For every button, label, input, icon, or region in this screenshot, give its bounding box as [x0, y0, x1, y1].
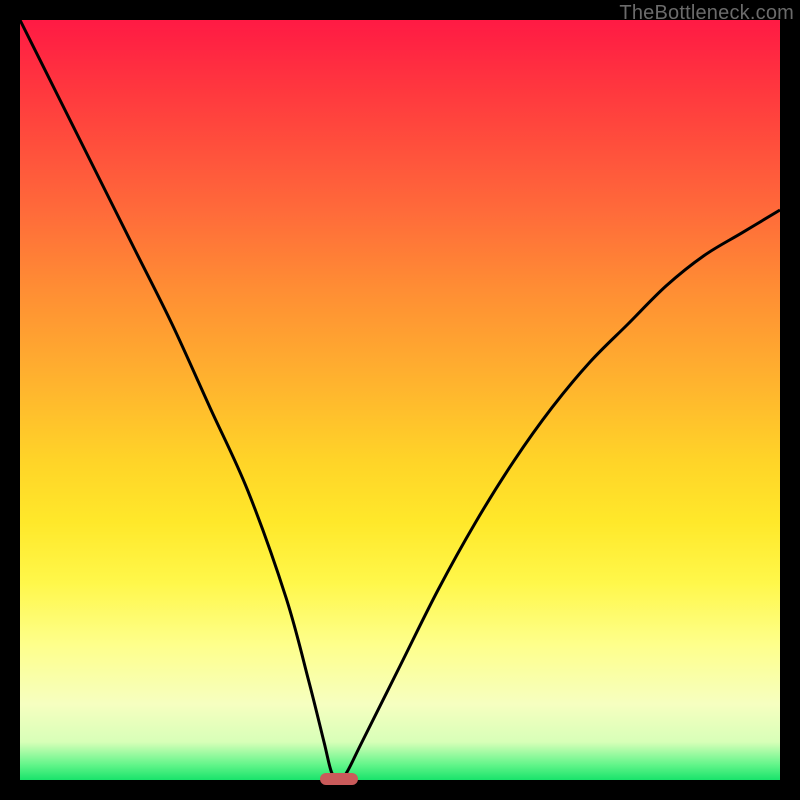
plot-area	[20, 20, 780, 780]
watermark-text: TheBottleneck.com	[619, 2, 794, 25]
curve-svg	[20, 20, 780, 780]
optimal-marker	[320, 773, 358, 785]
chart-frame: TheBottleneck.com	[0, 0, 800, 800]
bottleneck-curve	[20, 20, 780, 780]
